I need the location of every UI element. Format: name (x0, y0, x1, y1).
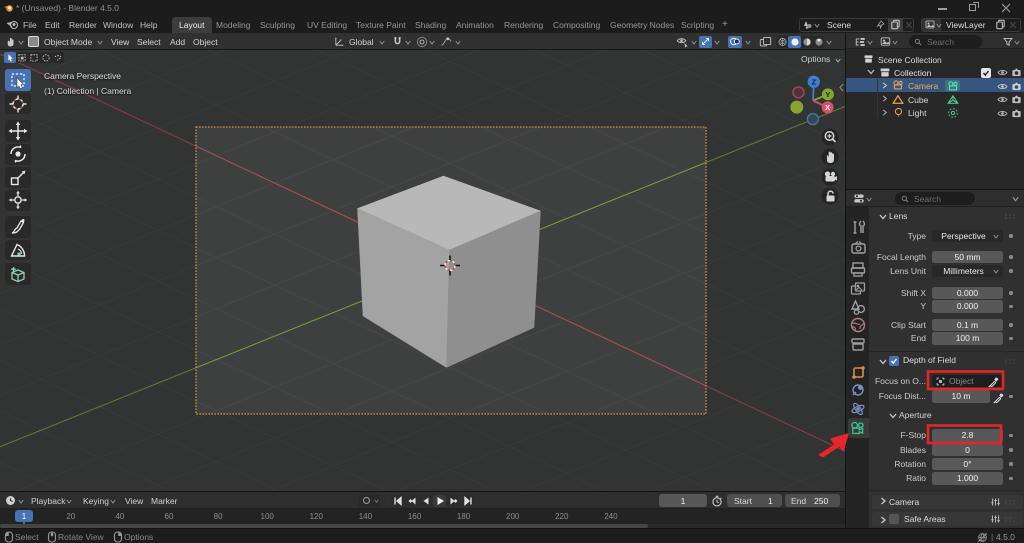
svg-text:X: X (825, 103, 830, 112)
svg-text:Z: Z (812, 77, 817, 86)
svg-text:Y: Y (825, 90, 830, 99)
